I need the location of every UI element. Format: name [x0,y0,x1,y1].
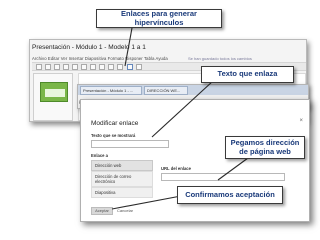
cancel-button[interactable]: Cancelar [117,208,133,213]
dialog-title: Modificar enlace [91,120,139,127]
link-url-input[interactable] [161,173,285,181]
undo-icon[interactable] [36,64,42,70]
comment-icon[interactable] [136,64,142,70]
tab-bar: Presentación - Módulo 1 - ... DIRECCIÓN … [78,85,308,95]
paint-format-icon[interactable] [63,64,69,70]
textbox-icon[interactable] [90,64,96,70]
close-icon[interactable]: × [299,118,303,124]
callout-confirm: Confirmamos aceptación [177,186,283,204]
zoom-icon[interactable] [72,64,78,70]
option-email-address[interactable]: Dirección de correo electrónico [91,171,153,187]
insert-link-icon[interactable] [127,64,133,70]
save-status: Se han guardado todos los cambios [188,56,252,61]
display-text-input[interactable] [91,140,169,148]
callout-link-text: Texto que enlaza [201,66,294,83]
display-text-label: Texto que se mostrará [91,133,136,138]
link-to-label: Enlace a [91,153,108,158]
presentation-title: Presentación - Módulo 1 - Modelo 1 a 1 [32,44,146,51]
print-icon[interactable] [54,64,60,70]
redo-icon[interactable] [45,64,51,70]
line-icon[interactable] [117,64,123,70]
select-icon[interactable] [81,64,87,70]
option-slide[interactable]: Diapositiva [91,187,153,198]
tutorial-composite: Presentación - Módulo 1 - Modelo 1 a 1 A… [0,0,320,240]
callout-paste-address: Pegamos dirección de página web [225,136,305,159]
menu-bar[interactable]: Archivo Editar Ver Insertar Diapositiva … [32,56,168,61]
shape-icon[interactable] [108,64,114,70]
tab-presentation[interactable]: Presentación - Módulo 1 - ... [80,86,142,95]
image-icon[interactable] [99,64,105,70]
callout-hyperlinks: Enlaces para generar hipervínculos [96,9,222,28]
link-url-label: URL del enlace [161,166,191,171]
slide-thumbnail[interactable] [40,82,68,102]
tab-web-address[interactable]: DIRECCIÓN WE... [144,86,188,95]
accept-button[interactable]: Aceptar [91,207,113,215]
option-web-address[interactable]: Dirección web [91,160,153,171]
